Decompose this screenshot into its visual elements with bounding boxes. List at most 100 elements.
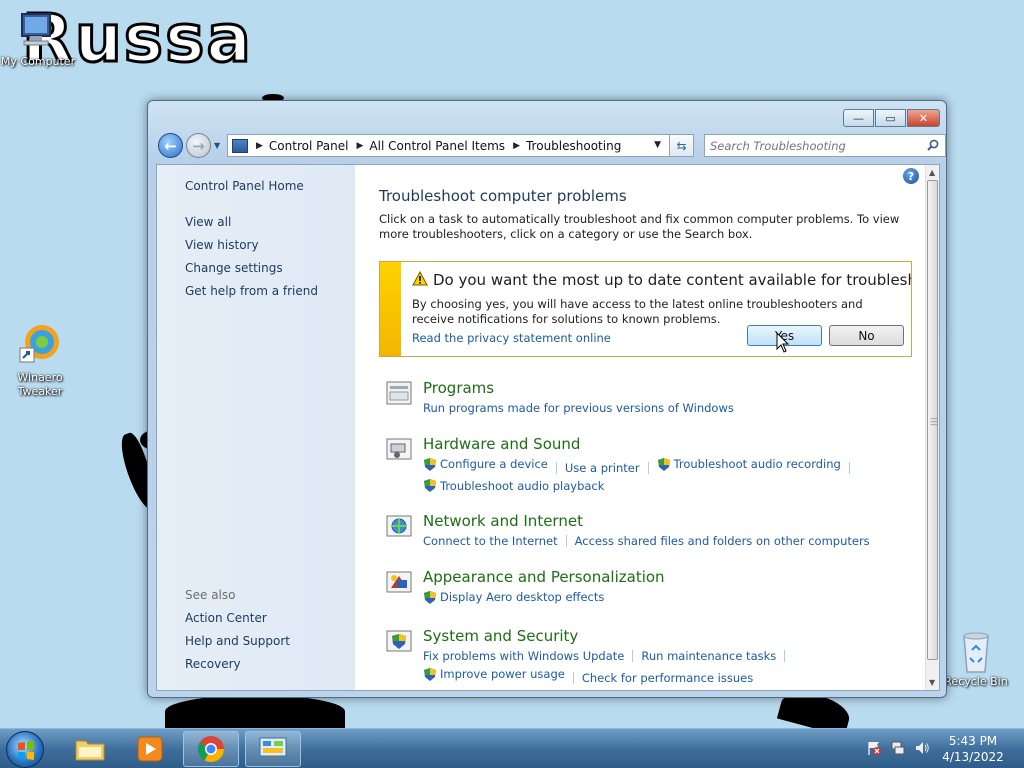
run-legacy-programs-link[interactable]: Run programs made for previous versions …: [423, 399, 734, 417]
infobar-text: By choosing yes, you will have access to…: [412, 297, 863, 326]
search-box[interactable]: [704, 134, 946, 157]
link-text: Troubleshoot audio recording: [673, 457, 841, 471]
improve-power-link[interactable]: Improve power usage: [423, 665, 565, 683]
sidebar-control-panel-home[interactable]: Control Panel Home: [185, 179, 304, 193]
link-text: Access shared files and folders on other…: [574, 534, 870, 548]
sidebar-view-all[interactable]: View all: [185, 215, 231, 229]
link-separator: [565, 535, 567, 547]
taskbar-chrome[interactable]: [183, 731, 239, 767]
category-title[interactable]: Network and Internet: [423, 512, 583, 530]
winaero-tweaker-icon: [19, 325, 59, 363]
troubleshoot-audio-playback-link[interactable]: Troubleshoot audio playback: [423, 477, 604, 495]
link-text: Connect to the Internet: [423, 534, 558, 548]
no-button[interactable]: No: [829, 325, 904, 346]
close-button[interactable]: ✕: [907, 109, 940, 127]
sidebar-action-center[interactable]: Action Center: [185, 611, 267, 625]
link-text: Check for performance issues: [581, 670, 754, 685]
media-player-icon: [137, 736, 163, 762]
maximize-button[interactable]: ▭: [875, 109, 906, 127]
category-title[interactable]: Programs: [423, 379, 494, 397]
network-tray-icon[interactable]: [890, 740, 906, 756]
search-input[interactable]: [710, 138, 920, 153]
refresh-button[interactable]: ⇆: [670, 134, 694, 157]
aero-effects-link[interactable]: Display Aero desktop effects: [423, 588, 604, 606]
infobar-title-row: Do you want the most up to date content …: [412, 271, 911, 289]
forward-button[interactable]: →: [186, 133, 211, 158]
scroll-up-arrow[interactable]: ▲: [929, 168, 935, 177]
control-panel-icon: [259, 737, 287, 760]
action-center-flag-icon[interactable]: [866, 740, 882, 756]
control-panel-window: — ▭ ✕ ← → ▼ ▶ Control Panel ▶ All Contro…: [147, 100, 947, 698]
category-title[interactable]: Appearance and Personalization: [423, 568, 665, 586]
window-controls: — ▭ ✕: [842, 109, 940, 127]
page-title: Troubleshoot computer problems: [379, 187, 627, 205]
category-links: Run programs made for previous versions …: [423, 399, 923, 417]
link-text: Configure a device: [440, 457, 548, 471]
link-text: Display Aero desktop effects: [440, 590, 605, 604]
refresh-icon: ⇆: [676, 138, 687, 153]
desktop-icon-winaero-tweaker[interactable]: Winaero Tweaker: [2, 322, 78, 399]
infobar-stripe: [380, 262, 401, 356]
configure-device-link[interactable]: Configure a device: [423, 455, 548, 473]
category-links: Configure a device Use a printer Trouble…: [423, 455, 923, 498]
chevron-right-icon[interactable]: ▶: [357, 141, 364, 151]
windows-logo-icon: [18, 741, 34, 760]
search-icon[interactable]: [927, 139, 939, 151]
taskbar-clock[interactable]: 5:43 PM 4/13/2022: [930, 733, 1016, 765]
recycle-bin-icon: [963, 632, 989, 673]
run-maintenance-link[interactable]: Run maintenance tasks: [641, 647, 776, 665]
desktop-icon-my-computer[interactable]: My Computer: [0, 8, 76, 68]
minimize-button[interactable]: —: [843, 109, 874, 127]
use-printer-link[interactable]: Use a printer: [565, 459, 640, 477]
scroll-down-arrow[interactable]: ▼: [929, 678, 935, 687]
arrow-left-icon: ←: [164, 136, 177, 155]
taskbar-media-player[interactable]: [122, 731, 178, 767]
help-icon[interactable]: ?: [903, 168, 919, 184]
link-text: Use a printer: [564, 460, 640, 475]
uac-shield-icon: [424, 479, 436, 492]
chevron-down-icon[interactable]: ▼: [654, 140, 661, 150]
recent-pages-dropdown[interactable]: ▼: [214, 141, 220, 150]
sidebar-get-help[interactable]: Get help from a friend: [185, 284, 318, 298]
fix-windows-update-link[interactable]: Fix problems with Windows Update: [423, 647, 624, 665]
privacy-statement-link[interactable]: Read the privacy statement online: [412, 331, 611, 345]
connect-internet-link[interactable]: Connect to the Internet: [423, 532, 558, 550]
sidebar-help-and-support[interactable]: Help and Support: [185, 634, 290, 648]
navigation-bar: ← → ▼ ▶ Control Panel ▶ All Control Pane…: [156, 132, 946, 159]
chevron-right-icon[interactable]: ▶: [513, 141, 520, 151]
volume-icon[interactable]: [914, 740, 930, 756]
breadcrumb-control-panel[interactable]: Control Panel: [269, 139, 349, 153]
page-intro: Click on a task to automatically trouble…: [379, 212, 900, 241]
category-title[interactable]: System and Security: [423, 627, 578, 645]
back-button[interactable]: ←: [158, 133, 183, 158]
taskbar-file-explorer[interactable]: [62, 731, 118, 767]
link-separator: [632, 650, 634, 662]
link-text: Troubleshoot audio playback: [440, 478, 605, 493]
grip-icon: — — —: [930, 414, 938, 429]
link-text: Run programs made for previous versions …: [423, 401, 734, 415]
category-title[interactable]: Hardware and Sound: [423, 435, 580, 453]
breadcrumb-troubleshooting[interactable]: Troubleshooting: [526, 139, 621, 153]
taskbar-control-panel[interactable]: [245, 731, 301, 767]
start-button[interactable]: [6, 731, 44, 768]
category-links: Connect to the Internet Access shared fil…: [423, 532, 923, 550]
programs-icon: [386, 381, 412, 405]
vertical-scrollbar[interactable]: ▲ — — — ▼: [925, 165, 939, 690]
taskbar: 5:43 PM 4/13/2022: [0, 728, 1024, 768]
computer-icon: [21, 13, 51, 46]
sidebar-recovery[interactable]: Recovery: [185, 657, 241, 671]
chevron-right-icon[interactable]: ▶: [256, 141, 263, 151]
desktop-icon-label: Winaero Tweaker: [17, 371, 63, 398]
troubleshoot-audio-recording-link[interactable]: Troubleshoot audio recording: [657, 455, 841, 473]
desktop-icon-recycle-bin[interactable]: Recycle Bin: [938, 630, 1014, 688]
access-shared-files-link[interactable]: Access shared files and folders on other…: [575, 532, 870, 550]
scroll-thumb[interactable]: — — —: [927, 180, 938, 660]
clock-time: 5:43 PM: [948, 734, 998, 748]
sidebar-view-history[interactable]: View history: [185, 238, 259, 252]
address-bar[interactable]: ▶ Control Panel ▶ All Control Panel Item…: [227, 134, 670, 157]
category-links: Display Aero desktop effects: [423, 588, 923, 610]
link-separator: [848, 461, 850, 474]
sidebar-change-settings[interactable]: Change settings: [185, 261, 283, 275]
breadcrumb-all-items[interactable]: All Control Panel Items: [369, 139, 505, 153]
check-performance-link[interactable]: Check for performance issues: [582, 669, 753, 687]
